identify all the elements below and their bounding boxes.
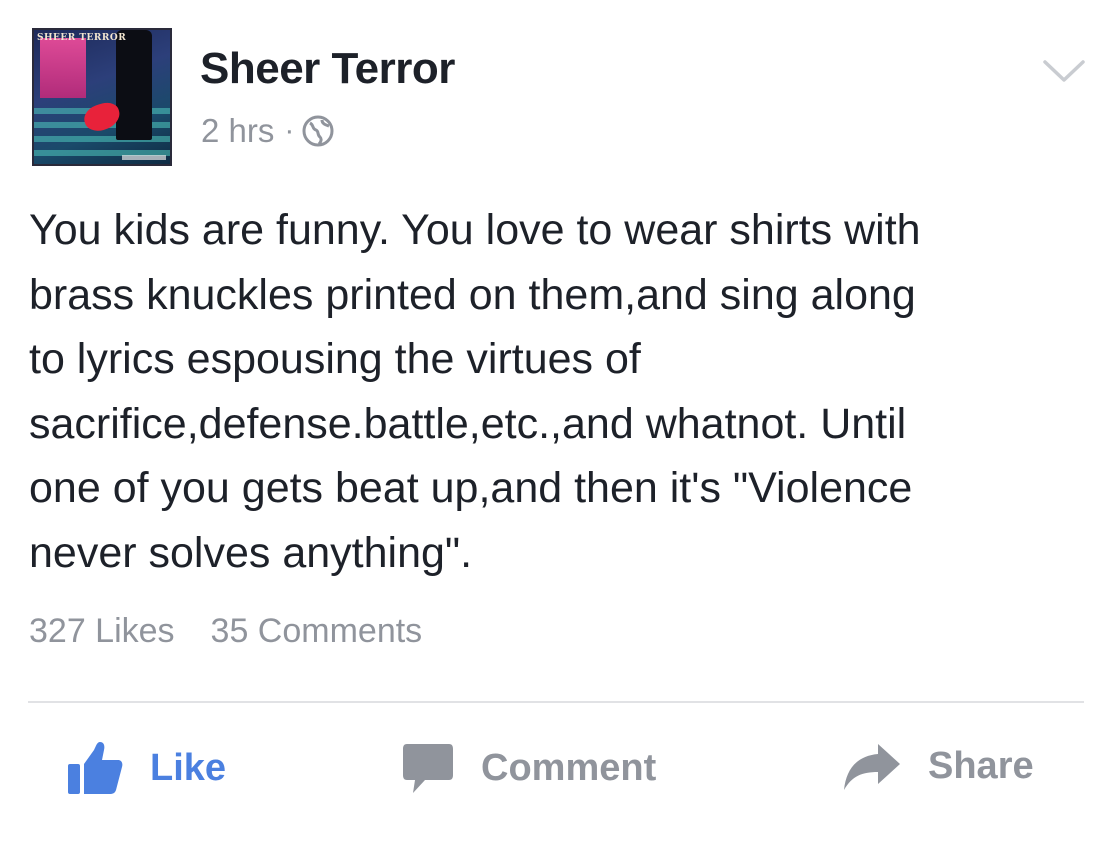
thumbs-up-icon — [68, 742, 123, 794]
post-timestamp[interactable]: 2 hrs — [201, 112, 274, 150]
post-body-text: You kids are funny. You love to wear shi… — [29, 206, 921, 577]
page-avatar[interactable]: SHEER TERROR — [32, 28, 172, 166]
chevron-down-icon[interactable] — [1042, 56, 1086, 86]
post-stats: 327 Likes 35 Comments — [29, 612, 422, 651]
divider — [28, 701, 1084, 703]
comment-label: Comment — [481, 746, 657, 789]
like-button[interactable]: Like — [66, 740, 226, 796]
globe-icon — [302, 115, 334, 147]
comment-button[interactable]: Comment — [401, 740, 656, 796]
facebook-post: SHEER TERROR Sheer Terror 2 hrs · You ki… — [0, 0, 1111, 843]
share-button[interactable]: Share — [842, 740, 1034, 792]
page-name[interactable]: Sheer Terror — [200, 44, 455, 94]
post-actions-bar: Like Comment Share — [0, 740, 1111, 810]
share-arrow-icon — [844, 744, 900, 790]
share-label: Share — [928, 744, 1034, 787]
speech-bubble-icon — [403, 744, 453, 793]
likes-count[interactable]: 327 Likes — [29, 612, 175, 650]
avatar-banner-text: SHEER TERROR — [37, 33, 127, 43]
meta-separator: · — [284, 114, 295, 147]
post-meta: 2 hrs · — [201, 112, 334, 150]
like-label: Like — [150, 746, 227, 789]
comments-count[interactable]: 35 Comments — [211, 612, 423, 650]
